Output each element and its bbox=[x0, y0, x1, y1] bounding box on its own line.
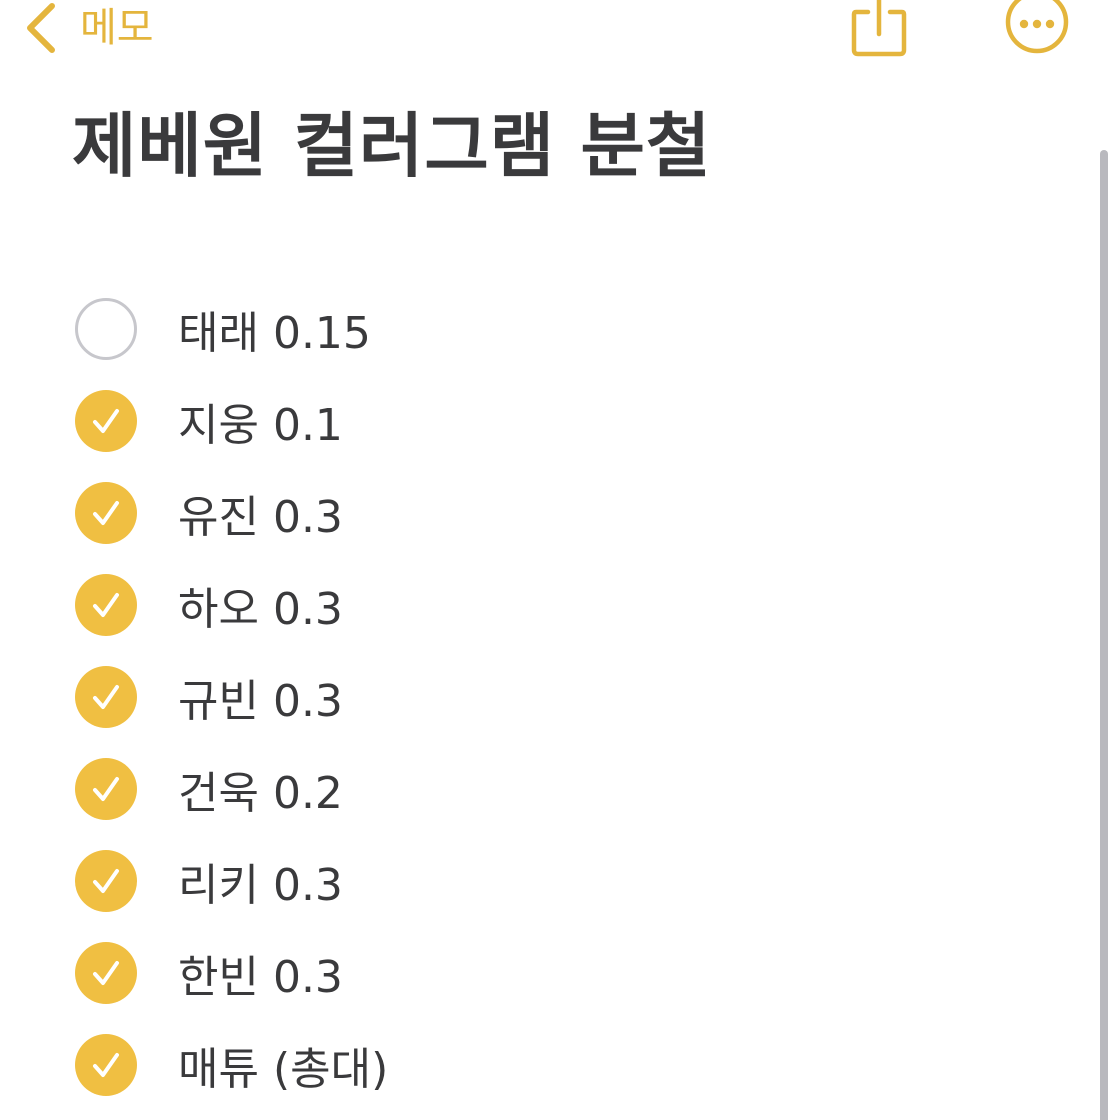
checked-circle-icon[interactable] bbox=[74, 665, 138, 729]
checklist-item: 한빈 0.3 bbox=[74, 927, 388, 1019]
checklist-item-text[interactable]: 태래 0.15 bbox=[178, 297, 371, 361]
checklist-item: 지웅 0.1 bbox=[74, 375, 388, 467]
share-button[interactable] bbox=[848, 0, 912, 60]
checklist-item-text[interactable]: 건욱 0.2 bbox=[178, 757, 343, 821]
chevron-left-icon bbox=[22, 2, 58, 54]
checklist-item-text[interactable]: 규빈 0.3 bbox=[178, 665, 343, 729]
checklist-item: 매튜 (총대) bbox=[74, 1019, 388, 1111]
more-ellipsis-icon bbox=[1004, 0, 1070, 62]
checked-circle-icon[interactable] bbox=[74, 849, 138, 913]
checklist-item: 태래 0.15 bbox=[74, 283, 388, 375]
back-button-label: 메모 bbox=[80, 5, 154, 51]
checklist: 태래 0.15 지웅 0.1 유진 0.3 하오 0.3 규빈 0.3 건욱 0.2 리키 … bbox=[74, 283, 388, 1111]
checklist-item: 리키 0.3 bbox=[74, 835, 388, 927]
checklist-item: 하오 0.3 bbox=[74, 559, 388, 651]
checklist-item: 건욱 0.2 bbox=[74, 743, 388, 835]
checked-circle-icon[interactable] bbox=[74, 573, 138, 637]
checklist-item: 유진 0.3 bbox=[74, 467, 388, 559]
more-button[interactable] bbox=[1004, 0, 1070, 58]
share-icon bbox=[848, 0, 912, 64]
checked-circle-icon[interactable] bbox=[74, 389, 138, 453]
checklist-item-text[interactable]: 매튜 (총대) bbox=[178, 1033, 388, 1097]
checklist-item-text[interactable]: 리키 0.3 bbox=[178, 849, 343, 913]
checklist-item-text[interactable]: 하오 0.3 bbox=[178, 573, 343, 637]
checklist-item-text[interactable]: 유진 0.3 bbox=[178, 481, 343, 545]
note-title[interactable]: 제베원 컬러그램 분철 bbox=[72, 90, 711, 191]
checked-circle-icon[interactable] bbox=[74, 941, 138, 1005]
note-screen: 메모 제베원 컬러그램 분철 태래 0.15 지웅 0.1 유진 0.3 하오 … bbox=[0, 0, 1120, 1120]
checked-circle-icon[interactable] bbox=[74, 481, 138, 545]
checklist-item-text[interactable]: 지웅 0.1 bbox=[178, 389, 343, 453]
scrollbar[interactable] bbox=[1100, 150, 1108, 1120]
checked-circle-icon[interactable] bbox=[74, 757, 138, 821]
unchecked-circle-icon[interactable] bbox=[74, 297, 138, 361]
top-navigation-bar: 메모 bbox=[0, 0, 1120, 70]
checklist-item-text[interactable]: 한빈 0.3 bbox=[178, 941, 343, 1005]
back-button[interactable]: 메모 bbox=[22, 0, 154, 56]
checklist-item: 규빈 0.3 bbox=[74, 651, 388, 743]
checked-circle-icon[interactable] bbox=[74, 1033, 138, 1097]
